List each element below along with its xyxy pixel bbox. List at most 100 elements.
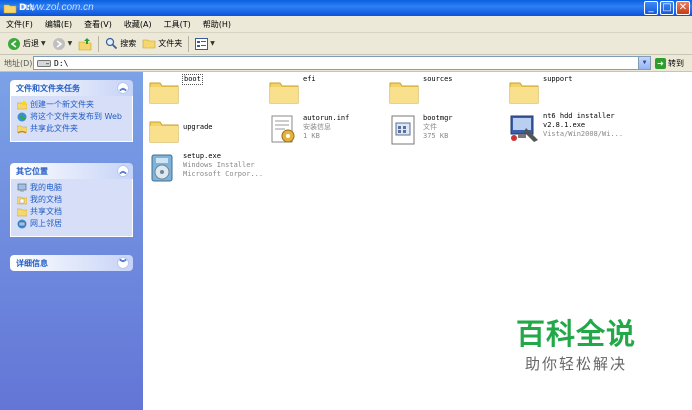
task-label: 共享此文件夹 <box>30 124 78 133</box>
place-network[interactable]: 网上邻居 <box>17 219 127 229</box>
file-name: setup.exe <box>183 152 221 160</box>
folder-icon <box>269 82 299 104</box>
go-button[interactable]: ➜ 转到 <box>655 56 690 70</box>
file-name: sources <box>423 75 453 83</box>
folders-button[interactable]: 文件夹 <box>139 35 185 53</box>
drive-icon <box>37 59 51 67</box>
new-folder-icon <box>17 100 27 110</box>
task-share-folder[interactable]: 共享此文件夹 <box>17 124 127 134</box>
file-item-support[interactable]: support <box>508 75 573 107</box>
menu-view[interactable]: 查看(V) <box>78 19 118 30</box>
menu-tools[interactable]: 工具(T) <box>158 19 197 30</box>
file-item-bootmgr[interactable]: bootmgr 文件 375 KB <box>388 114 453 146</box>
folders-label: 文件夹 <box>158 39 183 48</box>
file-description: Windows Installer <box>183 161 255 169</box>
chevron-down-icon[interactable]: ▼ <box>68 40 73 47</box>
other-places-body: 我的电脑 我的文档 共享文档 网上邻居 <box>10 179 133 237</box>
share-folder-icon <box>17 125 27 134</box>
folder-icon <box>509 82 539 104</box>
forward-arrow-icon <box>52 37 65 50</box>
file-name: autorun.inf <box>303 114 350 122</box>
brand-watermark: 百科全说 助你轻松解决 <box>516 318 646 374</box>
file-name: boot <box>182 74 203 85</box>
place-label: 我的文档 <box>30 195 62 204</box>
search-icon <box>106 37 118 50</box>
menu-edit[interactable]: 编辑(E) <box>39 19 78 30</box>
brand-title: 百科全说 <box>516 317 637 351</box>
toolbar: 后退 ▼ ▼ 搜索 文件夹 ▼ <box>0 33 692 55</box>
up-folder-button[interactable] <box>75 35 95 53</box>
my-documents-icon <box>17 196 27 205</box>
go-arrow-icon: ➜ <box>655 57 666 69</box>
file-tasks-body: 创建一个新文件夹 将这个文件夹发布到 Web 共享此文件夹 <box>10 96 133 142</box>
file-item-autorun[interactable]: autorun.inf 安装信息 1 KB <box>268 114 349 146</box>
my-computer-icon <box>17 183 27 192</box>
watermark-text: www.zol.com.cn <box>22 2 94 13</box>
views-icon <box>195 37 209 50</box>
collapse-icon[interactable]: ︽ <box>117 82 129 94</box>
back-arrow-icon <box>8 37 20 50</box>
place-shared-documents[interactable]: 共享文档 <box>17 207 127 217</box>
task-new-folder[interactable]: 创建一个新文件夹 <box>17 100 127 110</box>
task-label: 创建一个新文件夹 <box>30 100 94 109</box>
views-button[interactable]: ▼ <box>192 35 218 53</box>
file-item-nt6-installer[interactable]: nt6 hdd installer v2.8.1.exe Vista/Win20… <box>508 112 653 144</box>
expand-icon[interactable]: ︾ <box>117 257 129 269</box>
toolbar-separator <box>188 35 190 52</box>
folder-icon <box>3 2 17 14</box>
file-name: bootmgr <box>423 114 453 122</box>
title-bar: D:\ www.zol.com.cn _ □ ✕ <box>0 0 692 16</box>
installer-icon <box>510 115 538 142</box>
network-places-icon <box>17 219 27 229</box>
menu-bar: 文件(F) 编辑(E) 查看(V) 收藏(A) 工具(T) 帮助(H) <box>0 16 692 46</box>
back-button[interactable]: 后退 ▼ <box>4 35 49 53</box>
maximize-button[interactable]: □ <box>660 1 674 15</box>
other-places-title: 其它位置 <box>16 166 48 176</box>
search-button[interactable]: 搜索 <box>102 35 139 53</box>
file-item-setup[interactable]: setup.exe Windows Installer Microsoft Co… <box>148 152 263 184</box>
settings-file-icon <box>271 115 295 143</box>
menu-file[interactable]: 文件(F) <box>0 19 39 30</box>
file-item-upgrade[interactable]: upgrade <box>148 114 213 146</box>
back-label: 后退 <box>23 39 39 48</box>
file-type: 文件 <box>423 123 437 131</box>
publish-web-icon <box>17 112 27 122</box>
address-bar: 地址(D) D:\ ▼ ➜ 转到 <box>0 55 692 72</box>
address-input[interactable]: D:\ ▼ <box>33 56 651 70</box>
shared-documents-icon <box>17 208 27 217</box>
address-value: D:\ <box>54 58 69 68</box>
file-tasks-header[interactable]: 文件和文件夹任务 ︽ <box>10 80 133 96</box>
brand-subtitle: 助你轻松解决 <box>525 355 628 373</box>
minimize-button[interactable]: _ <box>644 1 658 15</box>
file-item-efi[interactable]: efi <box>268 75 316 107</box>
folder-icon <box>389 82 419 104</box>
menu-help[interactable]: 帮助(H) <box>197 19 237 30</box>
file-publisher: Microsoft Corpor... <box>183 170 264 178</box>
go-label: 转到 <box>668 58 684 68</box>
task-label: 将这个文件夹发布到 Web <box>30 112 122 121</box>
file-tasks-title: 文件和文件夹任务 <box>16 83 80 93</box>
folders-icon <box>142 39 156 49</box>
collapse-icon[interactable]: ︽ <box>117 165 129 177</box>
file-item-boot[interactable]: boot <box>148 74 203 107</box>
other-places-header[interactable]: 其它位置 ︽ <box>10 163 133 179</box>
menu-favorites[interactable]: 收藏(A) <box>118 19 158 30</box>
chevron-down-icon[interactable]: ▼ <box>41 40 46 47</box>
place-my-documents[interactable]: 我的文档 <box>17 195 127 205</box>
address-dropdown-button[interactable]: ▼ <box>638 57 650 69</box>
details-title: 详细信息 <box>16 258 48 268</box>
file-name: support <box>543 75 573 83</box>
file-name: nt6 hdd installer v2.8.1.exe <box>543 112 615 129</box>
file-type: 安装信息 <box>303 123 331 131</box>
file-description: Vista/Win2008/Wi... <box>543 130 624 138</box>
file-item-sources[interactable]: sources <box>388 75 453 107</box>
system-file-icon <box>391 115 415 145</box>
place-label: 网上邻居 <box>30 219 62 228</box>
task-publish-web[interactable]: 将这个文件夹发布到 Web <box>17 112 127 122</box>
place-my-computer[interactable]: 我的电脑 <box>17 183 127 193</box>
close-button[interactable]: ✕ <box>676 1 690 15</box>
task-pane: 文件和文件夹任务 ︽ 创建一个新文件夹 将这个文件夹发布到 Web 共享此文件夹… <box>0 72 143 410</box>
chevron-down-icon[interactable]: ▼ <box>210 40 215 47</box>
details-header[interactable]: 详细信息 ︾ <box>10 255 133 271</box>
forward-button[interactable]: ▼ <box>49 35 76 53</box>
